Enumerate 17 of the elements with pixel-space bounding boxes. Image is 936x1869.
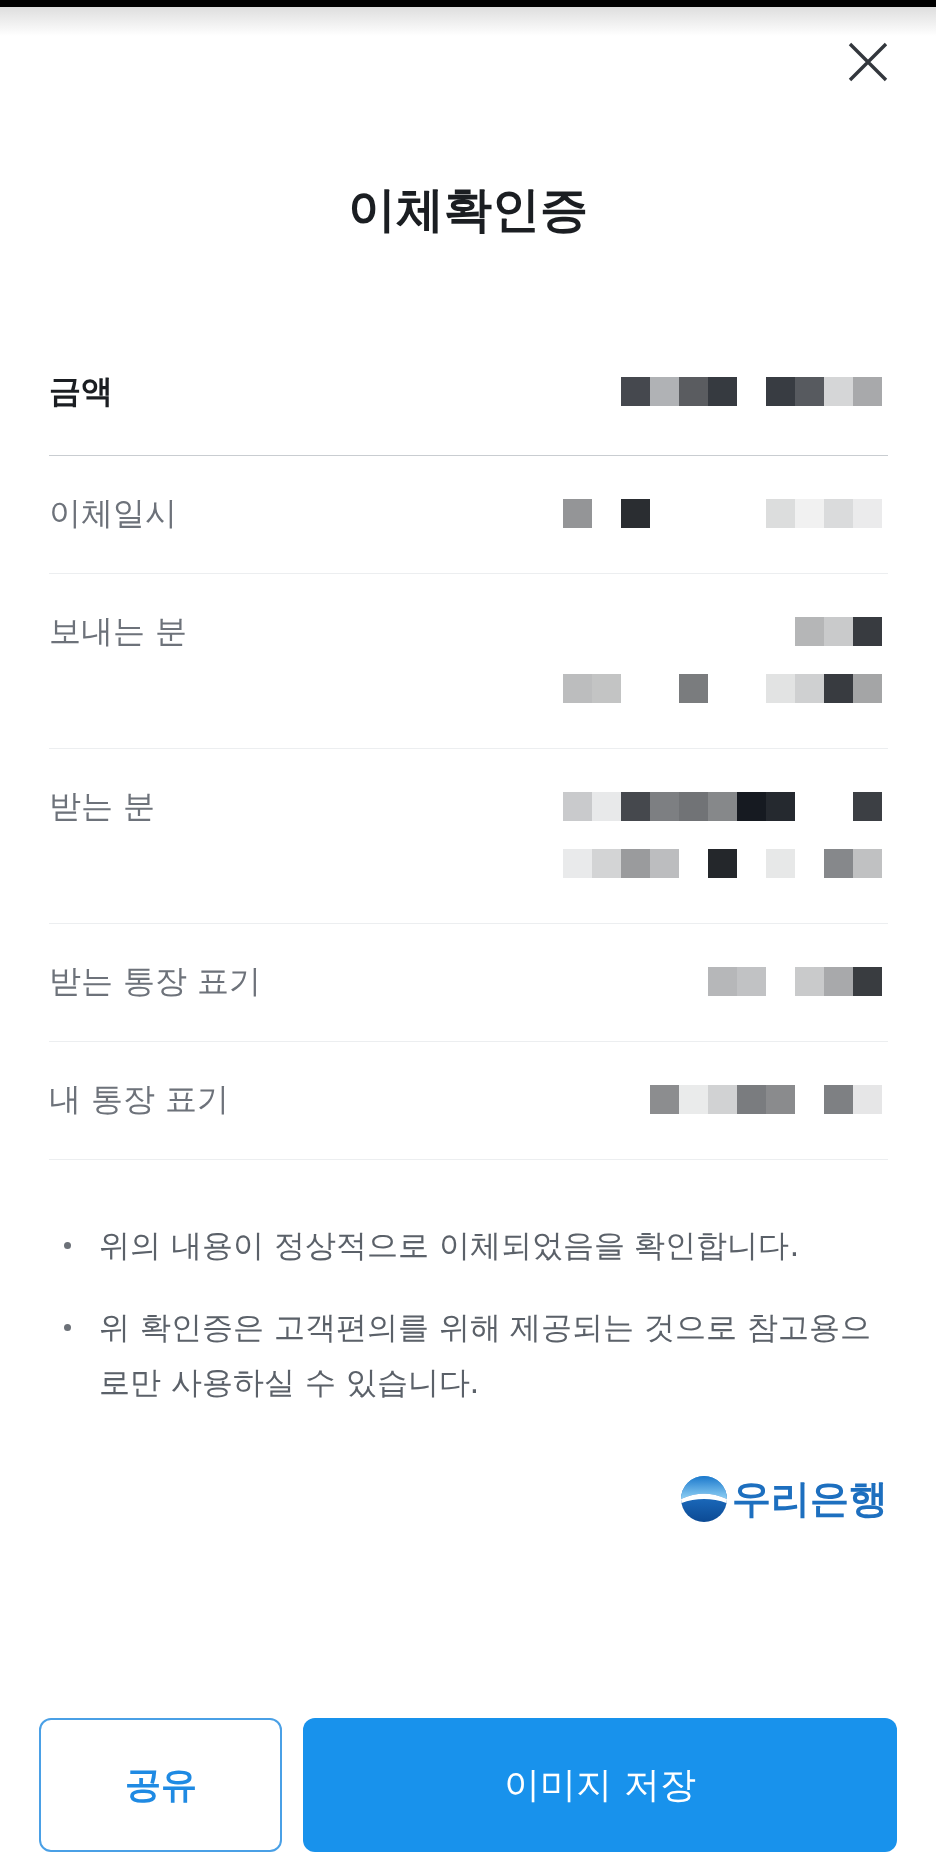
detail-label: 이체일시 [49,493,177,533]
close-button[interactable] [848,42,888,82]
logo-icon [681,1476,727,1522]
detail-label: 보내는 분 [49,611,188,651]
bullet-icon [64,1324,71,1331]
bank-logo-text: 우리은행 [732,1476,888,1522]
detail-label: 받는 통장 표기 [49,961,262,1001]
detail-label: 받는 분 [49,786,156,826]
detail-label: 내 통장 표기 [49,1079,230,1119]
save-image-button[interactable]: 이미지 저장 [303,1718,897,1852]
detail-label: 금액 [49,371,113,411]
share-button[interactable]: 공유 [39,1718,282,1852]
notice-text: 위의 내용이 정상적으로 이체되었음을 확인합니다. [99,1226,800,1265]
dialog-title: 이체확인증 [348,180,588,239]
close-icon [848,42,888,82]
bullet-icon [64,1242,71,1249]
notice-text: 위 확인증은 고객편의를 위해 제공되는 것으로 참고용으로만 사용하실 수 있습니다. [99,1308,873,1402]
